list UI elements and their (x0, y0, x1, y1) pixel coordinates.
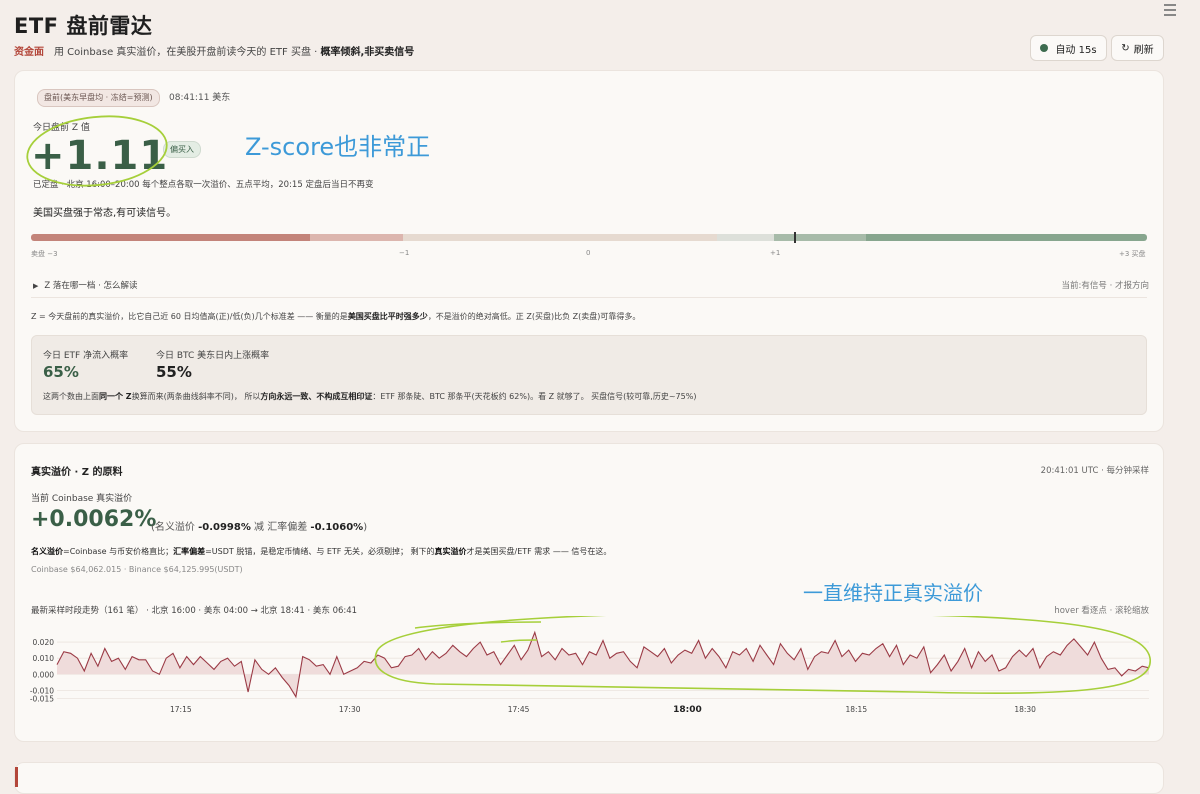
z-radar-card: 盘前(美东早盘均 · 冻结=预测) 08:41:11 美东 今日盘前 Z 值 +… (14, 70, 1164, 432)
session-time: 08:41:11 美东 (169, 93, 231, 103)
scale-segment (403, 234, 717, 241)
trend-caption: 最新采样时段走势（161 笔） · 北京 16:00 · 美东 04:00 → … (31, 606, 358, 616)
note-text: 这两个数由上面 (43, 392, 99, 401)
probability-panel (31, 335, 1147, 415)
def-text: =Coinbase 与币安价格直比； (63, 547, 174, 556)
toggle-label: Z 落在哪一档 · 怎么解读 (44, 281, 138, 291)
subtitle-emphasis: 概率倾斜,非买卖信号 (320, 47, 415, 58)
def-text: =USDT 脱锚，是稳定币情绪、与 ETF 无关，必须剔掉； 剩下的 (205, 547, 435, 556)
def-term: 真实溢价 (434, 547, 467, 556)
breakdown-text: (名义溢价 (151, 522, 195, 533)
y-tick-label: -0.015 (30, 694, 54, 703)
premium-definitions: 名义溢价=Coinbase 与币安价格直比；汇率偏差=USDT 脱锚，是稳定币情… (31, 546, 611, 557)
next-card (14, 762, 1164, 794)
note-text: 换算而来(两条曲线斜率不同)， 所以 (131, 392, 261, 401)
current-status: 当前:有信号 · 才报方向 (1061, 281, 1149, 291)
premium-title: 真实溢价 · Z 的原料 (31, 467, 123, 478)
z-def-emphasis: 美国买盘比平时强多少 (347, 312, 428, 321)
refresh-icon: ↻ (1121, 42, 1130, 54)
y-tick-label: 0.000 (33, 670, 55, 679)
btc-up-prob-value: 55% (156, 363, 192, 381)
note-emphasis: 方向永远一致、不构成互相印证 (260, 392, 373, 401)
scale-segment (717, 234, 774, 241)
premium-breakdown: (名义溢价 -0.0998% 减 汇率偏差 -0.1060%) (151, 518, 367, 533)
x-tick-label: 18:00 (673, 705, 702, 715)
premium-timestamp: 20:41:01 UTC · 每分钟采样 (1040, 466, 1149, 476)
z-marker (794, 232, 796, 243)
subtitle-text: 用 Coinbase 真实溢价，在美股开盘前读今天的 ETF 买盘 · (54, 47, 318, 58)
x-tick-label: 17:15 (170, 705, 192, 714)
caret-right-icon: ▶ (33, 282, 39, 290)
x-tick-label: 18:30 (1014, 705, 1036, 714)
x-tick-label: 18:15 (845, 705, 867, 714)
premium-chart[interactable]: 0.0200.0100.000-0.010-0.015 17:15 17:30 17… (15, 616, 1163, 716)
premium-label: 当前 Coinbase 真实溢价 (31, 494, 133, 504)
scale-tick: +3 买盘 (1119, 250, 1146, 258)
scale-tick: 0 (586, 249, 591, 257)
z-def-text: Z = 今天盘前的真实溢价，比它自己近 60 日均值高(正)/低(负)几个标准差… (31, 312, 348, 321)
probability-note: 这两个数由上面同一个 Z换算而来(两条曲线斜率不同)， 所以方向永远一致、不构成… (43, 391, 696, 402)
def-term: 名义溢价 (31, 547, 63, 556)
note-text: ：ETF 那条陡、BTC 那条平(天花板约 62%)。看 Z 就够了。 买盘信号… (372, 392, 697, 401)
status-dot-icon (1040, 44, 1049, 52)
category-tag: 资金面 (14, 47, 44, 58)
divider (31, 297, 1147, 298)
breakdown-text: 减 汇率偏差 (254, 522, 308, 533)
premium-value: +0.0062% (31, 507, 157, 532)
refresh-button[interactable]: ↻ 刷新 (1111, 35, 1164, 61)
scale-segment (774, 234, 866, 241)
z-def-text: ，不是溢价的绝对高低。正 Z(买盘)比负 Z(卖盘)可靠得多。 (427, 312, 641, 321)
menu-icon[interactable] (1164, 4, 1176, 16)
x-tick-label: 17:45 (508, 705, 530, 714)
scale-tick: 卖盘 −3 (31, 250, 58, 258)
note-emphasis: 同一个 Z (99, 392, 132, 401)
chart-hint: hover 看逐点 · 滚轮缩放 (1054, 606, 1149, 616)
z-definition: Z = 今天盘前的真实溢价，比它自己近 60 日均值高(正)/低(负)几个标准差… (31, 311, 640, 322)
etf-inflow-prob-label: 今日 ETF 净流入概率 (43, 351, 129, 361)
page-subtitle: 资金面用 Coinbase 真实溢价，在美股开盘前读今天的 ETF 买盘 · 概… (14, 43, 414, 58)
session-badge: 盘前(美东早盘均 · 冻结=预测) (37, 89, 160, 107)
btc-up-prob-label: 今日 BTC 美东日内上涨概率 (156, 351, 270, 361)
scale-segment (866, 234, 1147, 241)
annotation-stroke (414, 621, 542, 629)
z-description: 美国买盘强于常态,有可读信号。 (33, 208, 177, 219)
def-term: 汇率偏差 (173, 547, 206, 556)
scale-tick: +1 (770, 249, 781, 257)
auto-refresh-label: 自动 15s (1055, 44, 1097, 56)
fx-deviation-value: -0.1060% (310, 522, 364, 533)
annotation-circle (26, 115, 168, 187)
accent-bar (15, 767, 18, 787)
y-axis-labels: 0.0200.0100.000-0.010-0.015 (30, 638, 54, 703)
breakdown-text: ) (363, 522, 368, 533)
scale-tick: −1 (399, 249, 410, 257)
handwritten-annotation: 一直维持正真实溢价 (803, 581, 983, 605)
scale-segment (31, 234, 310, 241)
y-tick-label: 0.020 (33, 638, 55, 647)
exchange-prices: Coinbase $64,062.015 · Binance $64,125.9… (31, 565, 243, 574)
def-text: 才是美国买盘/ETF 需求 —— 信号在这。 (466, 547, 612, 556)
page-header: ETF 盘前雷达 资金面用 Coinbase 真实溢价，在美股开盘前读今天的 E… (0, 0, 1200, 66)
refresh-label: 刷新 (1133, 44, 1154, 56)
scale-segment (310, 234, 403, 241)
x-tick-label: 17:30 (339, 705, 361, 714)
z-explain-toggle[interactable]: ▶ Z 落在哪一档 · 怎么解读 (33, 279, 138, 291)
auto-refresh-button[interactable]: 自动 15s (1030, 35, 1107, 61)
premium-card: 真实溢价 · Z 的原料 20:41:01 UTC · 每分钟采样 当前 Coi… (14, 443, 1164, 742)
etf-inflow-prob-value: 65% (43, 363, 79, 381)
x-axis-labels: 17:15 17:30 17:45 18:00 18:15 18:30 (170, 705, 1036, 715)
z-scale-bar (31, 234, 1147, 241)
page-title: ETF 盘前雷达 (14, 14, 153, 38)
y-tick-label: 0.010 (33, 654, 55, 663)
handwritten-annotation: Z-score也非常正 (245, 133, 431, 161)
nominal-premium-value: -0.0998% (198, 522, 251, 533)
